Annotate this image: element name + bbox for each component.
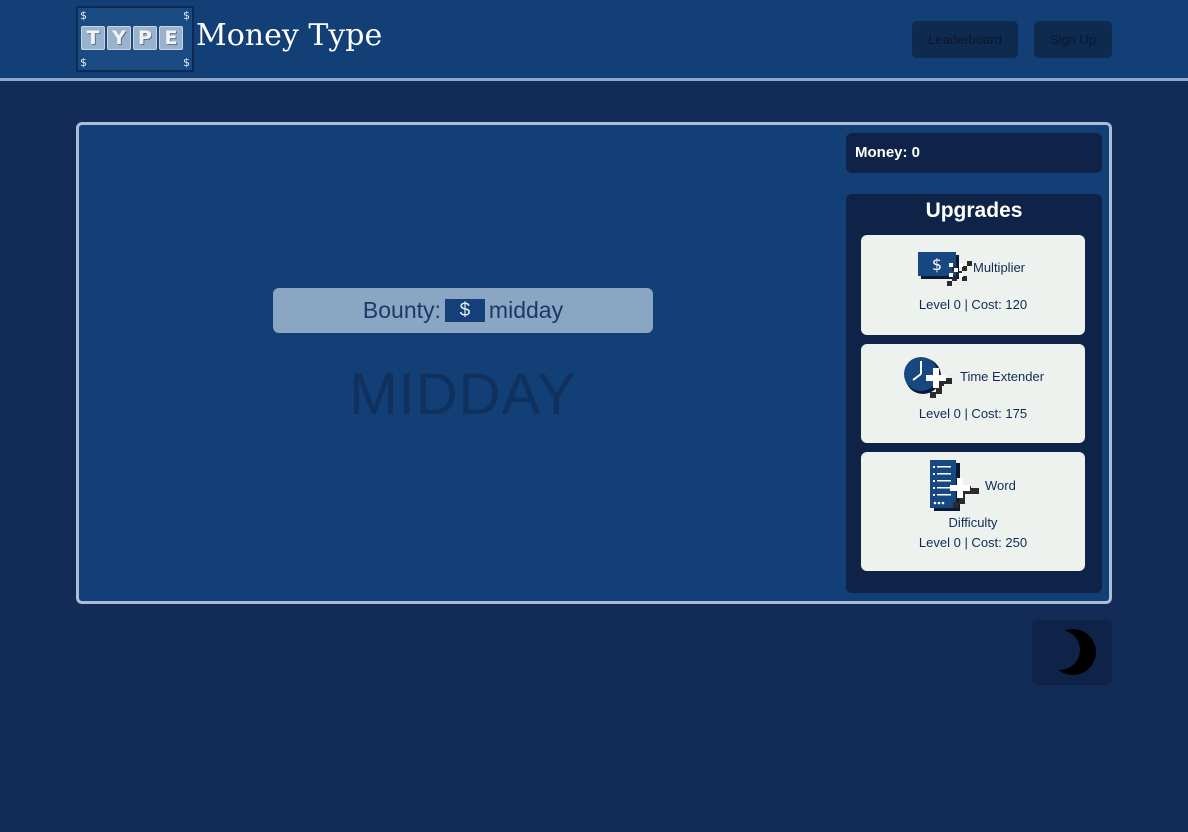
moon-icon bbox=[1049, 629, 1096, 675]
theme-toggle-button[interactable] bbox=[1032, 620, 1112, 685]
bounty-label: Bounty: bbox=[362, 297, 441, 323]
leaderboard-button[interactable]: Leaderboard bbox=[912, 21, 1018, 58]
logo-dollar-icon: $ bbox=[80, 9, 87, 22]
upgrades-panel: Upgrades $ Multiplier Level 0 | Cost: 12… bbox=[846, 194, 1102, 593]
upgrade-stats: Level 0 | Cost: 120 bbox=[918, 297, 1028, 312]
brand-title[interactable]: Money Type bbox=[196, 14, 382, 58]
money-multiplier-icon: $ bbox=[918, 252, 972, 286]
money-display: Money: 0 bbox=[846, 133, 1102, 173]
bounty-word: midday bbox=[488, 297, 564, 323]
game-frame: Bounty: $ midday MIDDAY Money: 0 Upgrade… bbox=[76, 122, 1112, 604]
bounty-dollar-icon: $ bbox=[444, 299, 485, 322]
money-type-logo[interactable]: $ $ $ $ T Y P E bbox=[76, 6, 194, 72]
upgrade-stats: Level 0 | Cost: 250 bbox=[918, 535, 1028, 550]
target-word[interactable]: MIDDAY bbox=[273, 355, 653, 435]
svg-text:$: $ bbox=[932, 255, 942, 274]
upgrades-title: Upgrades bbox=[925, 199, 1023, 222]
sign-up-button[interactable]: Sign Up bbox=[1034, 21, 1112, 58]
upgrade-card-time-extender[interactable]: Time Extender Level 0 | Cost: 175 bbox=[861, 344, 1085, 443]
logo-dollar-icon: $ bbox=[183, 56, 190, 69]
upgrade-card-word-difficulty[interactable]: Word Difficulty Level 0 | Cost: 250 bbox=[861, 452, 1085, 571]
logo-dollar-icon: $ bbox=[80, 56, 87, 69]
logo-tile: P bbox=[133, 26, 157, 50]
bounty-box: Bounty: $ midday bbox=[273, 288, 653, 333]
upgrade-name: Multiplier bbox=[973, 260, 1026, 275]
upgrade-name: Time Extender bbox=[960, 369, 1045, 384]
upgrade-name: Word bbox=[985, 478, 1016, 493]
clock-plus-icon bbox=[904, 357, 952, 398]
word-list-plus-icon bbox=[930, 460, 979, 511]
logo-tile: T bbox=[81, 26, 105, 50]
top-header: $ $ $ $ T Y P E Money Type Leaderboard S… bbox=[0, 0, 1188, 81]
upgrade-card-multiplier[interactable]: $ Multiplier Level 0 | Cost: 120 bbox=[861, 235, 1085, 335]
upgrade-name-line2: Difficulty bbox=[948, 515, 998, 530]
logo-dollar-icon: $ bbox=[183, 9, 190, 22]
logo-tiles: T Y P E bbox=[81, 26, 183, 50]
logo-tile: Y bbox=[107, 26, 131, 50]
upgrade-stats: Level 0 | Cost: 175 bbox=[918, 406, 1028, 421]
logo-tile: E bbox=[159, 26, 183, 50]
